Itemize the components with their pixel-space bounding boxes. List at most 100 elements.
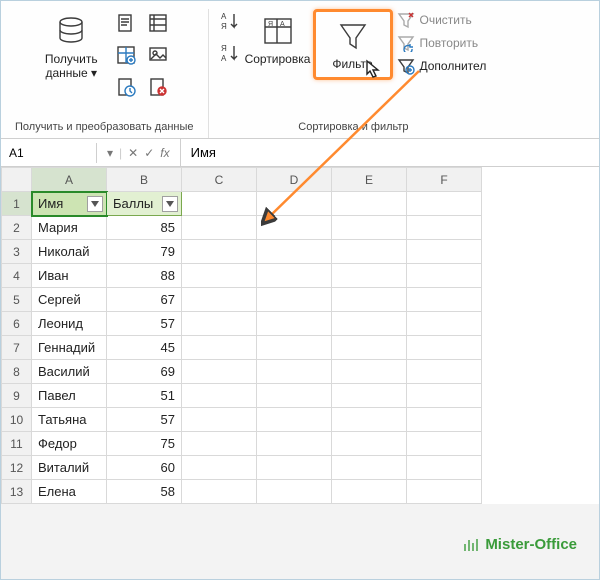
from-table-icon[interactable] (112, 41, 140, 69)
from-pic-icon[interactable] (144, 41, 172, 69)
database-icon (53, 13, 89, 49)
watermark: Mister-Office (463, 536, 577, 553)
cell-B6[interactable]: 57 (107, 312, 182, 336)
advanced-label: Дополнител (420, 59, 487, 73)
row-header-12[interactable]: 12 (2, 456, 32, 480)
group-get-transform: Получить данные ▾ Получить и преобразова… (1, 9, 209, 138)
advanced-filter-button[interactable]: Дополнител (397, 57, 487, 75)
existing-conn-icon[interactable] (144, 73, 172, 101)
table-row[interactable]: 2Мария85 (2, 216, 482, 240)
cell-B4[interactable]: 88 (107, 264, 182, 288)
sort-icon: ЯА (260, 13, 296, 49)
cell-B10[interactable]: 57 (107, 408, 182, 432)
formula-bar: A1 ▾ | ✕ ✓ fx Имя (1, 139, 599, 167)
row-header-2[interactable]: 2 (2, 216, 32, 240)
reapply-filter-button[interactable]: Повторить (397, 34, 487, 52)
row-header-10[interactable]: 10 (2, 408, 32, 432)
row-header-8[interactable]: 8 (2, 360, 32, 384)
table-row[interactable]: 12Виталий60 (2, 456, 482, 480)
table-row[interactable]: 4Иван88 (2, 264, 482, 288)
table-row[interactable]: 11Федор75 (2, 432, 482, 456)
cell-A6[interactable]: Леонид (32, 312, 107, 336)
row-header-6[interactable]: 6 (2, 312, 32, 336)
cell-A10[interactable]: Татьяна (32, 408, 107, 432)
svg-text:Я: Я (221, 22, 227, 31)
row-header-4[interactable]: 4 (2, 264, 32, 288)
col-header-F[interactable]: F (407, 168, 482, 192)
col-header-A[interactable]: A (32, 168, 107, 192)
sort-ascending-button[interactable]: АЯ (221, 11, 239, 31)
cell-B3[interactable]: 79 (107, 240, 182, 264)
table-row[interactable]: 13Елена58 (2, 480, 482, 504)
name-box[interactable]: A1 (1, 143, 97, 163)
row-header-11[interactable]: 11 (2, 432, 32, 456)
recent-sources-icon[interactable] (112, 73, 140, 101)
get-data-label: Получить данные (45, 52, 98, 80)
group-getdata-label: Получить и преобразовать данные (9, 118, 200, 136)
enter-formula-icon[interactable]: ✓ (144, 146, 154, 160)
get-data-mini-buttons (112, 9, 172, 101)
cell-B11[interactable]: 75 (107, 432, 182, 456)
row-header-13[interactable]: 13 (2, 480, 32, 504)
from-web-icon[interactable] (144, 9, 172, 37)
col-header-D[interactable]: D (257, 168, 332, 192)
group-sortfilter-label: Сортировка и фильтр (292, 118, 414, 136)
table-row[interactable]: 8Василий69 (2, 360, 482, 384)
cell-B7[interactable]: 45 (107, 336, 182, 360)
cell-A2[interactable]: Мария (32, 216, 107, 240)
cursor-icon (364, 59, 382, 79)
select-all-corner[interactable] (2, 168, 32, 192)
filter-button[interactable]: Фильтр (318, 14, 388, 75)
cell-A11[interactable]: Федор (32, 432, 107, 456)
table-row[interactable]: 9Павел51 (2, 384, 482, 408)
worksheet: A B C D E F 1ИмяБаллы2Мария853Николай794… (1, 167, 599, 504)
grid-table[interactable]: A B C D E F 1ИмяБаллы2Мария853Николай794… (1, 167, 482, 504)
cell-A13[interactable]: Елена (32, 480, 107, 504)
funnel-icon (335, 18, 371, 54)
table-row[interactable]: 10Татьяна57 (2, 408, 482, 432)
cell-A12[interactable]: Виталий (32, 456, 107, 480)
formula-input[interactable]: Имя (181, 142, 226, 163)
table-row[interactable]: 6Леонид57 (2, 312, 482, 336)
row-header-5[interactable]: 5 (2, 288, 32, 312)
sort-dialog-button[interactable]: ЯА Сортировка (243, 9, 313, 70)
cell-B2[interactable]: 85 (107, 216, 182, 240)
table-row[interactable]: 5Сергей67 (2, 288, 482, 312)
cell-A9[interactable]: Павел (32, 384, 107, 408)
from-text-icon[interactable] (112, 9, 140, 37)
cell-B13[interactable]: 58 (107, 480, 182, 504)
col-header-C[interactable]: C (182, 168, 257, 192)
group-sort-filter: АЯ ЯА ЯА Сортировка Фильтр (209, 9, 499, 138)
cell-B1[interactable]: Баллы (107, 192, 182, 216)
cell-A7[interactable]: Геннадий (32, 336, 107, 360)
cancel-formula-icon[interactable]: ✕ (128, 146, 138, 160)
cell-B5[interactable]: 67 (107, 288, 182, 312)
cell-A4[interactable]: Иван (32, 264, 107, 288)
cell-B8[interactable]: 69 (107, 360, 182, 384)
col-header-B[interactable]: B (107, 168, 182, 192)
cell-A3[interactable]: Николай (32, 240, 107, 264)
cell-B9[interactable]: 51 (107, 384, 182, 408)
filter-dropdown-B[interactable] (162, 196, 178, 212)
sort-label: Сортировка (245, 52, 311, 66)
row-header-9[interactable]: 9 (2, 384, 32, 408)
sort-descending-button[interactable]: ЯА (221, 43, 239, 63)
table-row[interactable]: 3Николай79 (2, 240, 482, 264)
cell-B12[interactable]: 60 (107, 456, 182, 480)
col-header-E[interactable]: E (332, 168, 407, 192)
table-row[interactable]: 7Геннадий45 (2, 336, 482, 360)
row-header-1[interactable]: 1 (2, 192, 32, 216)
cell-A8[interactable]: Василий (32, 360, 107, 384)
row-header-3[interactable]: 3 (2, 240, 32, 264)
reapply-label: Повторить (420, 36, 479, 50)
namebox-dropdown-icon[interactable]: ▾ (107, 146, 113, 160)
filter-dropdown-A[interactable] (87, 196, 103, 212)
fx-icon[interactable]: fx (160, 146, 169, 160)
clear-filter-button[interactable]: Очистить (397, 11, 487, 29)
svg-text:А: А (221, 12, 227, 21)
row-header-7[interactable]: 7 (2, 336, 32, 360)
cell-A5[interactable]: Сергей (32, 288, 107, 312)
cell-A1[interactable]: Имя (32, 192, 107, 216)
svg-text:А: А (221, 54, 227, 63)
get-data-button[interactable]: Получить данные ▾ (36, 9, 106, 85)
